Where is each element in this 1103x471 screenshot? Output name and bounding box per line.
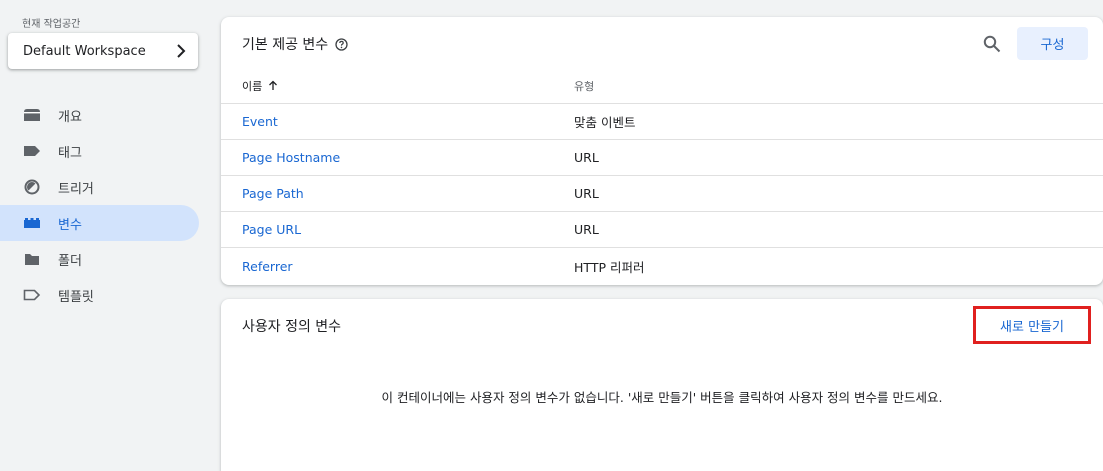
tag-icon [23,143,41,159]
builtin-variables-table: 이름 유형 Event 맞춤 이벤트 Page Hostname URL Pag… [221,68,1103,284]
sidebar-item-tags[interactable]: 태그 [0,133,199,169]
builtin-variables-title: 기본 제공 변수 [242,34,348,54]
sidebar-item-folders[interactable]: 폴더 [0,241,199,277]
sidebar-item-templates[interactable]: 템플릿 [0,277,199,313]
variable-name-link[interactable]: Referrer [242,259,293,274]
trigger-icon [23,179,41,195]
configure-button[interactable]: 구성 [1017,27,1088,60]
variables-icon [23,215,41,231]
workspace-label: 현재 작업공간 [22,19,81,30]
workspace-selector[interactable]: Default Workspace [8,33,198,69]
user-defined-variables-card: 사용자 정의 변수 새로 만들기 이 컨테이너에는 사용자 정의 변수가 없습니… [221,299,1103,471]
variable-type: URL [574,186,599,201]
column-header-type: 유형 [574,79,595,93]
sidebar-item-label: 개요 [58,109,82,125]
sidebar-item-label: 폴더 [58,253,82,269]
overview-icon [23,107,41,123]
table-row: Event 맞춤 이벤트 [221,104,1103,140]
sidebar-nav: 개요 태그 트리거 변수 폴더 템플릿 [0,97,205,313]
table-row: Referrer HTTP 리퍼러 [221,248,1103,284]
user-defined-variables-title: 사용자 정의 변수 [242,319,342,335]
variable-type: URL [574,222,599,237]
workspace-name: Default Workspace [23,43,146,59]
variable-type: HTTP 리퍼러 [574,259,645,275]
arrow-up-icon [269,80,278,90]
variable-name-link[interactable]: Page Hostname [242,150,340,165]
sidebar: 현재 작업공간 Default Workspace 개요 태그 트리거 변수 폴… [0,0,205,471]
sidebar-item-label: 트리거 [58,181,94,197]
sidebar-item-label: 태그 [58,145,82,161]
sidebar-item-triggers[interactable]: 트리거 [0,169,199,205]
builtin-variables-card: 기본 제공 변수 구성 이름 유형 Event 맞춤 이벤트 Page Host… [221,17,1103,285]
folder-icon [23,251,41,267]
sidebar-item-label: 템플릿 [58,289,94,305]
builtin-variables-title-text: 기본 제공 변수 [242,37,329,53]
table-row: Page Path URL [221,176,1103,212]
variable-name-link[interactable]: Page URL [242,222,301,237]
help-icon[interactable] [335,37,348,51]
template-icon [23,287,41,303]
variable-name-link[interactable]: Event [242,114,278,129]
variable-type: URL [574,150,599,165]
sidebar-item-variables[interactable]: 변수 [0,205,199,241]
variable-name-link[interactable]: Page Path [242,186,304,201]
table-header: 이름 유형 [221,68,1103,104]
variable-type: 맞춤 이벤트 [574,115,636,130]
search-button[interactable] [981,33,1003,55]
sidebar-item-label: 변수 [58,217,82,233]
chevron-right-icon [177,44,186,58]
search-icon [983,35,1001,53]
column-name-label: 이름 [242,79,263,93]
table-row: Page URL URL [221,212,1103,248]
empty-state-message: 이 컨테이너에는 사용자 정의 변수가 없습니다. '새로 만들기' 버튼을 클… [381,390,943,405]
table-row: Page Hostname URL [221,140,1103,176]
column-header-name[interactable]: 이름 [242,78,278,94]
sidebar-item-overview[interactable]: 개요 [0,97,199,133]
new-variable-button[interactable]: 새로 만들기 [973,306,1091,344]
